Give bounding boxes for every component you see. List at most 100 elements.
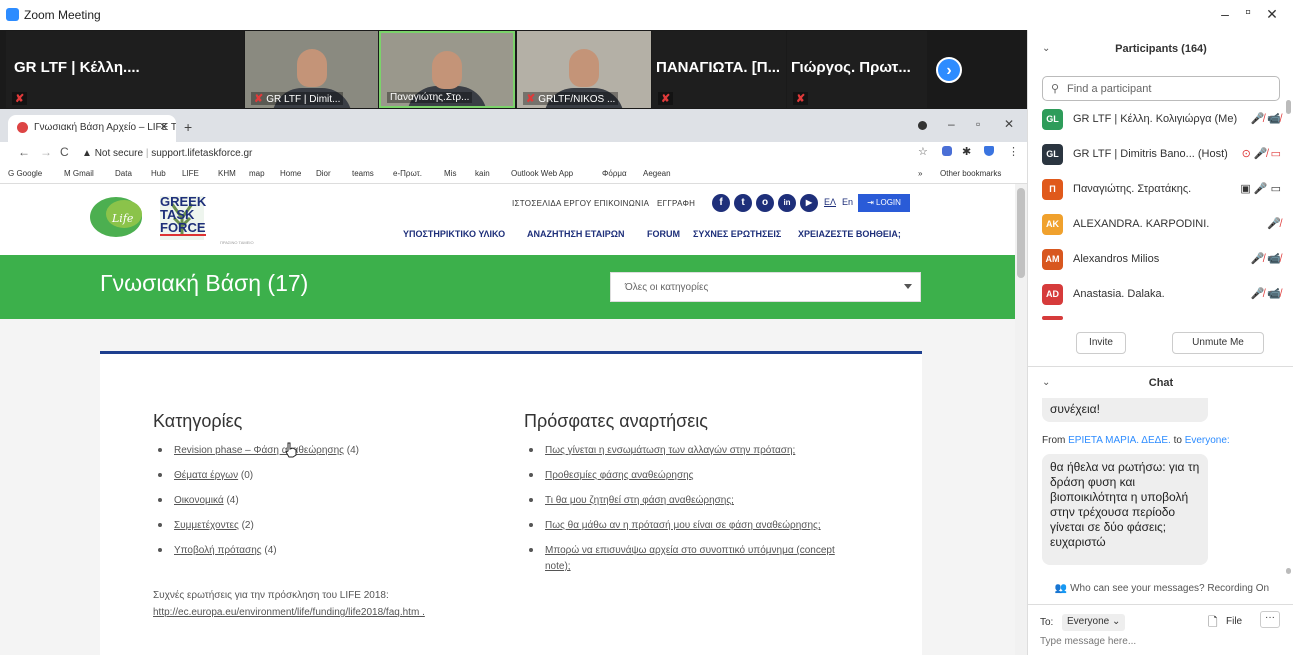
bookmark-item[interactable]: Aegean bbox=[643, 169, 671, 178]
next-page-arrow-icon[interactable]: › bbox=[936, 57, 962, 83]
youtube-icon[interactable]: ▶ bbox=[800, 194, 818, 212]
video-tile[interactable]: GR LTF | Κέλλη.... ✘ bbox=[6, 31, 244, 108]
recent-post-item[interactable]: Τι θα μου ζητηθεί στη φάση αναθεώρησης; bbox=[529, 495, 734, 506]
lang-el-link[interactable]: ΕΛ bbox=[824, 197, 836, 207]
chat-message-input[interactable]: Type message here... bbox=[1040, 636, 1136, 647]
nav-forum[interactable]: FORUM bbox=[647, 229, 680, 239]
lang-en-link[interactable]: En bbox=[842, 197, 853, 207]
bookmark-item[interactable]: Φόρμα bbox=[602, 169, 627, 178]
linkedin-icon[interactable]: in bbox=[778, 194, 796, 212]
sender-name[interactable]: ΕΡΙΕΤΑ ΜΑΡΙΑ. ΔΕΔΕ. bbox=[1068, 435, 1171, 446]
more-options-button[interactable]: ··· bbox=[1260, 611, 1280, 628]
bookmark-item[interactable]: Data bbox=[115, 169, 132, 178]
faq-url-link[interactable]: http://ec.europa.eu/environment/life/fun… bbox=[153, 607, 425, 618]
recent-post-link[interactable]: Μπορώ να επισυνάψω αρχεία στο συνοπτικό … bbox=[545, 545, 835, 556]
browser-close-button[interactable]: ✕ bbox=[1004, 117, 1014, 131]
recent-post-link[interactable]: Πως θα μάθω αν η πρότασή μου είναι σε φά… bbox=[545, 520, 821, 531]
bookmark-item[interactable]: Hub bbox=[151, 169, 166, 178]
participant-status-icons[interactable]: 🎤̸ 📹̸ bbox=[1251, 252, 1281, 265]
bookmark-item[interactable]: Mis bbox=[444, 169, 456, 178]
category-link[interactable]: Υποβολή πρότασης bbox=[174, 545, 262, 556]
category-select[interactable]: Όλες οι κατηγορίες bbox=[610, 272, 921, 302]
bookmarks-overflow-button[interactable]: » bbox=[918, 169, 922, 178]
category-item[interactable]: Συμμετέχοντες (2) bbox=[158, 520, 254, 531]
shield-icon[interactable] bbox=[984, 146, 994, 156]
recent-post-link[interactable]: note); bbox=[545, 561, 571, 572]
reload-button[interactable]: C bbox=[60, 145, 69, 159]
bookmark-item[interactable]: Outlook Web App bbox=[511, 169, 573, 178]
category-item[interactable]: Υποβολή πρότασης (4) bbox=[158, 545, 277, 556]
bookmark-item[interactable]: teams bbox=[352, 169, 374, 178]
video-tile[interactable]: ✘ GR LTF | Dimit... bbox=[245, 31, 378, 108]
file-icon[interactable]: 🗋 bbox=[1208, 613, 1218, 634]
top-link-project[interactable]: ΙΣΤΟΣΕΛΙΔΑ ΕΡΓΟΥ bbox=[512, 199, 592, 208]
bookmark-item[interactable]: Dior bbox=[316, 169, 331, 178]
participant-status-icons[interactable]: ⊙ 🎤̸ ▭ bbox=[1242, 147, 1281, 160]
bookmark-item[interactable]: M Gmail bbox=[64, 169, 94, 178]
bookmark-item[interactable]: kain bbox=[475, 169, 490, 178]
recent-post-link[interactable]: Τι θα μου ζητηθεί στη φάση αναθεώρησης; bbox=[545, 495, 734, 506]
participant-status-icons[interactable]: 🎤̸ 📹̸ bbox=[1251, 112, 1281, 125]
bookmark-item[interactable]: LIFE bbox=[182, 169, 199, 178]
bookmark-item[interactable]: KHM bbox=[218, 169, 236, 178]
nav-faq[interactable]: ΣΥΧΝΕΣ ΕΡΩΤΗΣΕΙΣ bbox=[693, 229, 781, 239]
bookmark-star-icon[interactable]: ☆ bbox=[918, 145, 928, 158]
video-tile[interactable]: ΠΑΝΑΓΙΩΤΑ. [Π... ✘ bbox=[652, 31, 786, 108]
participant-status-icons[interactable]: 🎤̸ bbox=[1267, 217, 1281, 230]
video-tile[interactable]: Γιώργος. Πρωτ... ✘ bbox=[787, 31, 927, 108]
video-tile[interactable]: ✘ GRLTF/NIKOS ... bbox=[517, 31, 651, 108]
recent-post-link[interactable]: Προθεσμίες φάσης αναθεώρησης bbox=[545, 470, 694, 481]
recent-post-item[interactable]: Πως θα μάθω αν η πρότασή μου είναι σε φά… bbox=[529, 520, 821, 531]
participant-search-input[interactable]: ⚲ Find a participant bbox=[1042, 76, 1280, 101]
participant-row[interactable]: GL GR LTF | Dimitris Bano... (Host) ⊙ 🎤̸ ▭ bbox=[1042, 144, 1287, 170]
maximize-button[interactable]: ▫ bbox=[1238, 4, 1258, 22]
category-item[interactable]: Οικονομικά (4) bbox=[158, 495, 239, 506]
scrollbar-thumb[interactable] bbox=[1017, 188, 1025, 278]
participant-row[interactable]: GL GR LTF | Κέλλη. Κολιγιώργα (Me) 🎤̸ 📹̸ bbox=[1042, 109, 1287, 135]
participant-row[interactable]: Π Παναγιώτης. Στρατάκης. ▣ 🎤 ▭ bbox=[1042, 179, 1287, 205]
participant-scroll-thumb[interactable] bbox=[1286, 100, 1291, 114]
url-field[interactable]: ▲ Not secure | support.lifetaskforce.gr bbox=[82, 145, 902, 162]
category-item[interactable]: Θέματα έργων (0) bbox=[158, 470, 253, 481]
participant-status-icons[interactable]: ▣ 🎤 ▭ bbox=[1240, 182, 1281, 195]
page-scrollbar[interactable] bbox=[1015, 184, 1027, 655]
invite-button[interactable]: Invite bbox=[1076, 332, 1126, 354]
participant-row[interactable]: AM Alexandros Milios 🎤̸ 📹̸ bbox=[1042, 249, 1287, 275]
nav-support-material[interactable]: ΥΠΟΣΤΗΡΙΚΤΙΚΟ ΥΛΙΚΟ bbox=[403, 229, 505, 239]
bookmark-item[interactable]: G Google bbox=[8, 169, 42, 178]
recent-post-item[interactable]: Μπορώ να επισυνάψω αρχεία στο συνοπτικό … bbox=[529, 545, 835, 556]
extension-icon[interactable] bbox=[942, 146, 952, 156]
tab-close-icon[interactable]: ✕ bbox=[160, 122, 168, 133]
unmute-me-button[interactable]: Unmute Me bbox=[1172, 332, 1264, 354]
participant-row[interactable]: AD Anastasia. Dalaka. 🎤̸ 📹̸ bbox=[1042, 284, 1287, 310]
new-tab-button[interactable]: + bbox=[184, 119, 192, 135]
recent-post-item[interactable]: Προθεσμίες φάσης αναθεώρησης bbox=[529, 470, 694, 481]
category-item[interactable]: Revision phase – Φάση αναθεώρησης (4) bbox=[158, 445, 359, 456]
participant-row[interactable]: AK ALEXANDRA. KARPODINI. 🎤̸ bbox=[1042, 214, 1287, 240]
recipient-dropdown[interactable]: Everyone ⌄ bbox=[1062, 614, 1126, 631]
bookmark-item[interactable]: Home bbox=[280, 169, 301, 178]
video-tile-active-speaker[interactable]: Παναγιώτης.Στρ... bbox=[379, 31, 515, 108]
recent-post-item[interactable]: Πως γίνεται η ενσωμάτωση των αλλαγών στη… bbox=[529, 445, 795, 456]
puzzle-extensions-icon[interactable]: ✱ bbox=[962, 145, 971, 158]
nav-partner-search[interactable]: ΑΝΑΖΗΤΗΣΗ ΕΤΑΙΡΩΝ bbox=[527, 229, 624, 239]
nav-help[interactable]: ΧΡΕΙΑΖΕΣΤΕ ΒΟΗΘΕΙΑ; bbox=[798, 229, 901, 239]
top-link-register[interactable]: ΕΓΓΡΑΦΗ bbox=[657, 199, 695, 208]
participant-status-icons[interactable]: 🎤̸ 📹̸ bbox=[1251, 287, 1281, 300]
top-link-contact[interactable]: ΕΠΙΚΟΙΝΩΝΙΑ bbox=[594, 199, 649, 208]
instagram-icon[interactable]: o bbox=[756, 194, 774, 212]
browser-tab[interactable]: Γνωσιακή Βάση Αρχείο – LIFE Ta ✕ bbox=[8, 115, 176, 142]
forward-button[interactable]: → bbox=[40, 145, 52, 159]
category-link[interactable]: Οικονομικά bbox=[174, 495, 224, 506]
message-visibility-link[interactable]: 👥 Who can see your messages? Recording O… bbox=[1042, 583, 1282, 594]
bookmark-item[interactable]: e-Πρωτ. bbox=[393, 169, 422, 178]
facebook-icon[interactable]: f bbox=[712, 194, 730, 212]
login-button[interactable]: ⇥ LOGIN bbox=[858, 194, 910, 212]
close-button[interactable]: ✕ bbox=[1262, 6, 1282, 24]
recent-post-item-continued[interactable]: note); bbox=[545, 561, 571, 572]
bookmark-item[interactable]: map bbox=[249, 169, 265, 178]
file-button[interactable]: File bbox=[1226, 616, 1242, 627]
category-link[interactable]: Συμμετέχοντες bbox=[174, 520, 239, 531]
category-link[interactable]: Revision phase – Φάση αναθεώρησης bbox=[174, 445, 344, 456]
browser-menu-icon[interactable]: ⋮ bbox=[1008, 145, 1019, 158]
